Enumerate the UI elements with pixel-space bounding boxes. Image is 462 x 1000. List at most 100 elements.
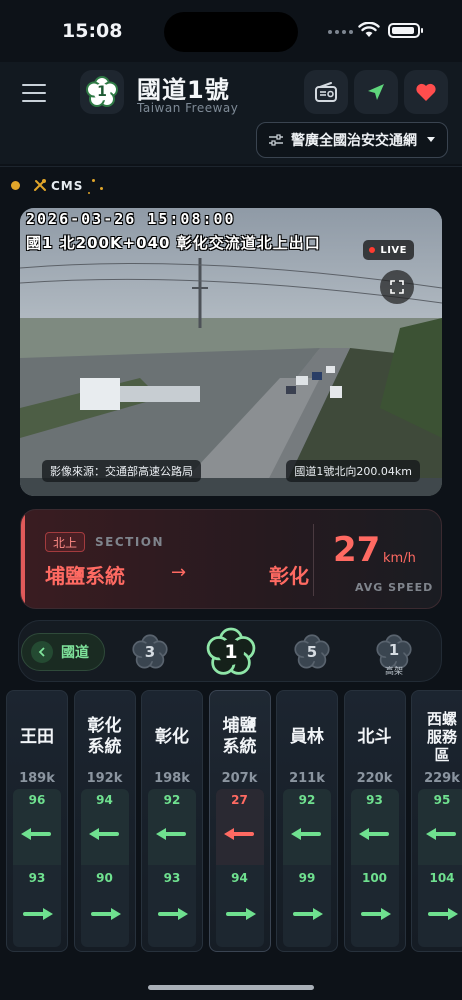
northbound-speed: 92 bbox=[298, 793, 316, 807]
lane-speed-panel: 95 104 bbox=[418, 789, 462, 947]
arrow-right-icon: → bbox=[171, 562, 187, 583]
arrow-right-icon bbox=[360, 908, 391, 920]
northbound-speed: 94 bbox=[96, 793, 113, 807]
station-card[interactable]: 埔鹽 系統 207k 27 94 bbox=[208, 690, 271, 952]
southbound-speed: 104 bbox=[429, 871, 455, 885]
chevron-left-icon bbox=[31, 641, 53, 663]
arrow-right-icon bbox=[428, 908, 458, 920]
station-km: 198k bbox=[154, 771, 190, 786]
card-divider bbox=[313, 524, 314, 596]
menu-icon[interactable] bbox=[22, 84, 46, 102]
logo-number: 1 bbox=[97, 84, 107, 100]
favorite-button[interactable] bbox=[404, 70, 448, 114]
route-shield-5[interactable]: 5 bbox=[293, 633, 331, 671]
sparkle-icon bbox=[100, 187, 103, 190]
section-speed-card[interactable]: 北上 SECTION 埔鹽系統 → 彰化 27 km/h AVG SPEED bbox=[20, 509, 442, 609]
route-sub-label: 高架 bbox=[384, 667, 403, 677]
lane-speed-panel: 94 90 bbox=[80, 789, 129, 947]
southbound-speed: 100 bbox=[361, 871, 388, 885]
section-label: SECTION bbox=[95, 535, 165, 549]
arrow-left-icon bbox=[291, 828, 321, 840]
arrow-right-icon bbox=[158, 908, 188, 920]
northbound-speed: 96 bbox=[28, 793, 46, 807]
section-from: 埔鹽系統 bbox=[45, 564, 125, 588]
arrow-right-icon bbox=[90, 908, 121, 920]
route-number: 3 bbox=[144, 643, 156, 661]
route-shield-3[interactable]: 3 bbox=[131, 633, 169, 671]
dynamic-island bbox=[164, 12, 298, 52]
freeway-logo: 1 bbox=[80, 70, 124, 114]
freeway-back-label: 國道 bbox=[61, 645, 89, 661]
station-km: 229k bbox=[424, 771, 460, 786]
arrow-right-icon bbox=[293, 908, 323, 920]
southbound-speed: 93 bbox=[163, 871, 181, 885]
southbound-speed: 90 bbox=[96, 871, 113, 885]
station-card[interactable]: 員林 211k 92 99 bbox=[276, 690, 338, 952]
wifi-icon bbox=[358, 22, 380, 37]
station-km: 207k bbox=[221, 771, 258, 786]
sliders-icon bbox=[269, 134, 283, 146]
live-label: LIVE bbox=[380, 244, 407, 256]
arrow-left-icon bbox=[223, 828, 254, 840]
station-name: 彰化 系統 bbox=[87, 716, 122, 757]
station-name: 王田 bbox=[20, 726, 54, 747]
camera-position-label: 國道1號北向200.04km bbox=[286, 460, 420, 482]
station-card[interactable]: 彰化 198k 92 93 bbox=[141, 690, 203, 952]
route-number: 1 bbox=[388, 641, 400, 659]
fullscreen-button[interactable] bbox=[380, 270, 414, 304]
station-km: 192k bbox=[86, 771, 123, 786]
northbound-speed: 92 bbox=[163, 793, 181, 807]
tools-icon bbox=[34, 179, 46, 191]
cms-label: CMS bbox=[51, 179, 84, 193]
camera-location-overlay: 國1 北200K+040 彰化交流道北上出口 bbox=[26, 234, 321, 252]
northbound-speed: 93 bbox=[366, 793, 383, 807]
locate-button[interactable] bbox=[354, 70, 398, 114]
network-select[interactable]: 警廣全國治安交通網 bbox=[256, 122, 448, 158]
station-km: 211k bbox=[289, 771, 325, 786]
status-time: 15:08 bbox=[62, 20, 123, 42]
camera-feed[interactable]: 2026-03-26 15:08:00 國1 北200K+040 彰化交流道北上… bbox=[20, 208, 442, 496]
live-badge: LIVE bbox=[363, 240, 414, 260]
station-card[interactable]: 北斗 220k 93 100 bbox=[343, 690, 406, 952]
app-title: 國道1號 bbox=[137, 76, 230, 104]
southbound-speed: 99 bbox=[298, 871, 316, 885]
avg-speed-unit: km/h bbox=[383, 551, 416, 566]
lane-speed-panel: 93 100 bbox=[350, 789, 399, 947]
station-card[interactable]: 王田 189k 96 93 bbox=[6, 690, 68, 952]
station-name: 北斗 bbox=[357, 726, 392, 747]
station-name: 彰化 bbox=[155, 726, 189, 747]
freeway-back-button[interactable]: 國道 bbox=[21, 633, 105, 671]
route-shield-1-elevated[interactable]: 1 高架 bbox=[375, 633, 413, 677]
route-selector: 國道 3 1 5 1 高架 bbox=[18, 620, 442, 682]
camera-timestamp: 2026-03-26 15:08:00 bbox=[26, 210, 236, 228]
southbound-speed: 94 bbox=[231, 871, 248, 885]
live-dot-icon bbox=[369, 247, 376, 253]
camera-source-label: 影像來源：交通部高速公路局 bbox=[42, 460, 201, 482]
navigation-arrow-icon bbox=[368, 84, 384, 100]
station-card[interactable]: 西螺 服務區 229k 95 104 bbox=[411, 690, 462, 952]
cellular-signal-icon bbox=[328, 30, 353, 34]
southbound-speed: 93 bbox=[28, 871, 46, 885]
arrow-left-icon bbox=[88, 828, 119, 840]
cms-indicator[interactable]: CMS bbox=[0, 166, 462, 206]
station-card[interactable]: 彰化 系統 192k 94 90 bbox=[73, 690, 136, 952]
lane-speed-panel: 92 99 bbox=[283, 789, 331, 947]
radio-button[interactable] bbox=[304, 70, 348, 114]
sparkle-icon bbox=[92, 179, 95, 182]
arrow-left-icon bbox=[426, 828, 456, 840]
lane-speed-panel: 27 94 bbox=[215, 789, 264, 947]
direction-badge: 北上 bbox=[45, 532, 86, 552]
route-shield-1[interactable]: 1 bbox=[205, 626, 257, 678]
battery-icon bbox=[388, 23, 423, 38]
station-list: 王田 189k 96 93 彰化 系統 192k 94 90 彰化 198k 92 93 埔鹽 系統 207k… bbox=[0, 688, 462, 954]
arrow-right-icon bbox=[225, 908, 256, 920]
station-name: 埔鹽 系統 bbox=[222, 716, 257, 757]
section-to: 彰化 bbox=[269, 564, 309, 588]
station-km: 220k bbox=[356, 771, 393, 786]
arrow-left-icon bbox=[358, 828, 389, 840]
station-km: 189k bbox=[19, 771, 55, 786]
northbound-speed: 95 bbox=[433, 793, 451, 807]
sparkle-icon bbox=[88, 192, 90, 194]
heart-icon bbox=[416, 83, 436, 101]
chevron-down-icon bbox=[427, 137, 435, 142]
